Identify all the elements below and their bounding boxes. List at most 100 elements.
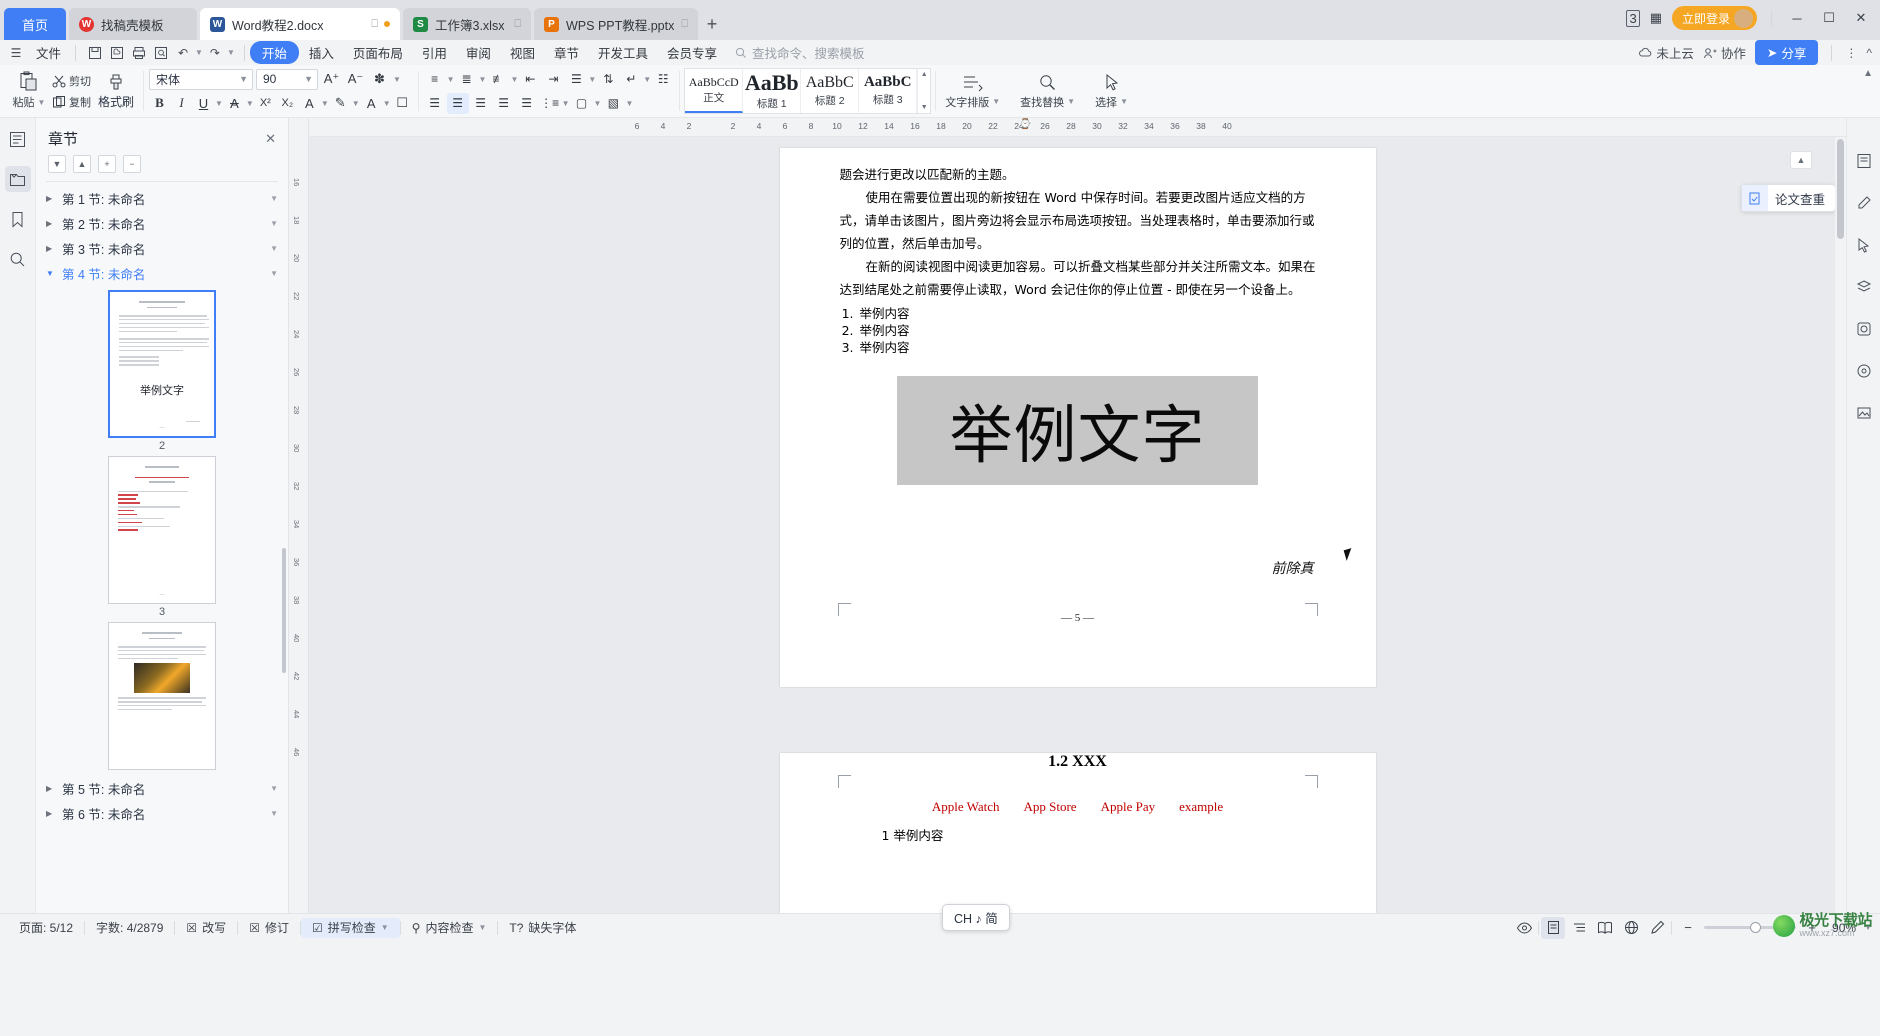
document-page-2[interactable]: 1.2 XXX Apple Watch App Store Apple Pay … xyxy=(779,753,1376,913)
menu-tab-view[interactable]: 视图 xyxy=(501,41,544,64)
monitor-icon[interactable]: ⎕ xyxy=(371,18,378,31)
undo-icon[interactable]: ↶ xyxy=(173,43,193,63)
format-painter-button[interactable]: 格式刷 xyxy=(94,73,138,110)
style-item-heading2[interactable]: AaBbC 标题 2 xyxy=(801,69,860,113)
clear-format-button[interactable]: ☐ xyxy=(392,93,413,114)
copy-button[interactable]: 复制 xyxy=(49,93,94,111)
chevron-down-icon[interactable]: ▼ xyxy=(270,194,278,203)
remove-section-button[interactable]: − xyxy=(123,155,141,173)
scroll-down-icon[interactable]: ▼ xyxy=(921,104,928,111)
style-gallery[interactable]: AaBbCcD 正文 AaBb 标题 1 AaBbC 标题 2 AaBbC 标题… xyxy=(684,68,932,114)
paper-check-card[interactable]: 论文查重 xyxy=(1740,184,1836,212)
chevron-down-icon[interactable]: ▼ xyxy=(479,75,487,84)
grid-apps-icon[interactable]: ▦ xyxy=(1650,10,1662,26)
more-options-icon[interactable]: ⋮ xyxy=(1845,46,1857,60)
decrease-font-size-icon[interactable]: A⁻ xyxy=(345,69,366,90)
scroll-up-icon[interactable]: ▲ xyxy=(921,71,928,78)
monitor-icon[interactable]: ⎕ xyxy=(681,18,688,31)
chevron-down-icon[interactable]: ▼ xyxy=(510,75,518,84)
maximize-button[interactable]: ☐ xyxy=(1818,10,1840,26)
chevron-down-icon[interactable]: ▼ xyxy=(381,923,389,932)
chevron-down-icon[interactable]: ▼ xyxy=(562,99,570,108)
chevron-down-icon[interactable]: ▼ xyxy=(478,923,486,932)
tab-ppt-document[interactable]: P WPS PPT教程.pptx ⎕ xyxy=(534,8,698,40)
bullet-list-button[interactable]: ≡ xyxy=(424,69,446,90)
horizontal-ruler[interactable]: 6 4 2 2 4 6 8 10 12 14 16 18 20 22 24 26… xyxy=(309,118,1846,137)
borders-button[interactable]: ▧ xyxy=(602,93,624,114)
chevron-down-icon[interactable]: ▼ xyxy=(643,75,651,84)
menu-tab-insert[interactable]: 插入 xyxy=(300,41,343,64)
chevron-right-icon[interactable]: ▶ xyxy=(46,809,54,818)
new-tab-button[interactable]: + xyxy=(698,8,726,40)
share-button[interactable]: ➤ 分享 xyxy=(1754,40,1819,65)
line-spacing-button[interactable]: ⋮≡ xyxy=(539,93,561,114)
save-cloud-icon[interactable] xyxy=(107,43,127,63)
prev-section-button[interactable]: ▲ xyxy=(73,155,91,173)
cut-button[interactable]: 剪切 xyxy=(49,72,94,90)
document-tools-icon[interactable] xyxy=(1851,148,1877,174)
bookmark-icon[interactable] xyxy=(5,206,31,232)
collaborate-button[interactable]: 协作 xyxy=(1703,43,1746,62)
section-panel-icon[interactable] xyxy=(4,166,31,192)
document-scrollbar-thumb[interactable] xyxy=(1837,139,1844,239)
status-word-count[interactable]: 字数: 4/2879 xyxy=(85,918,174,938)
font-name-select[interactable]: 宋体 ▼ xyxy=(149,68,253,90)
tab-excel-workbook[interactable]: S 工作簿3.xlsx ⎕ xyxy=(403,8,531,40)
print-preview-icon[interactable] xyxy=(151,43,171,63)
page-thumbnail[interactable] xyxy=(108,622,216,770)
chevron-down-icon[interactable]: ▼ xyxy=(352,99,360,108)
undo-dropdown-icon[interactable]: ▼ xyxy=(195,48,203,57)
hamburger-icon[interactable]: ☰ xyxy=(6,43,26,63)
add-section-button[interactable]: + xyxy=(98,155,116,173)
page-thumbnail[interactable]: 举例文字 — xyxy=(108,290,216,438)
status-revision[interactable]: ☒ 修订 xyxy=(238,918,300,938)
menu-tab-start[interactable]: 开始 xyxy=(249,41,299,64)
float-collapse-button[interactable]: ▲ xyxy=(1790,151,1812,169)
ribbon-collapse-icon[interactable]: ▲ xyxy=(1863,68,1873,79)
home-tab[interactable]: 首页 xyxy=(4,8,66,40)
collapse-ribbon-icon[interactable]: ^ xyxy=(1866,46,1872,60)
menu-tab-page-layout[interactable]: 页面布局 xyxy=(344,41,412,64)
redo-icon[interactable]: ↷ xyxy=(205,43,225,63)
align-left-button[interactable]: ☰ xyxy=(424,93,446,114)
cursor-pointer-icon[interactable] xyxy=(1851,232,1877,258)
cloud-status[interactable]: 未上云 xyxy=(1638,43,1694,62)
indent-marker-icon[interactable]: ⌚ xyxy=(1019,119,1031,130)
reading-view-icon[interactable] xyxy=(1593,917,1617,939)
highlight-pen-icon[interactable]: ✽ xyxy=(369,69,390,90)
save-icon[interactable] xyxy=(85,43,105,63)
thumbnail-item[interactable]: 举例文字 — 2 xyxy=(108,290,216,452)
web-layout-view-icon[interactable] xyxy=(1619,917,1643,939)
menu-tab-developer[interactable]: 开发工具 xyxy=(589,41,657,64)
sidebar-item-section-2[interactable]: ▶ 第 2 节: 未命名 ▼ xyxy=(36,211,288,236)
monitor-icon[interactable]: ⎕ xyxy=(514,18,521,31)
outline-panel-icon[interactable] xyxy=(5,126,31,152)
chevron-down-icon[interactable]: ▼ xyxy=(270,809,278,818)
align-right-button[interactable]: ☰ xyxy=(470,93,492,114)
paste-button[interactable]: 粘贴 ▼ xyxy=(9,71,49,111)
chevron-down-icon[interactable]: ▼ xyxy=(594,99,602,108)
show-marks-button[interactable]: ↵ xyxy=(620,69,642,90)
status-spellcheck[interactable]: ☑ 拼写检查 ▼ xyxy=(300,917,400,938)
print-layout-view-icon[interactable] xyxy=(1541,916,1566,939)
tab-template[interactable]: W 找稿壳模板 xyxy=(69,8,197,40)
chevron-right-icon[interactable]: ▶ xyxy=(46,194,54,203)
target-icon[interactable] xyxy=(1851,358,1877,384)
chevron-down-icon[interactable]: ▼ xyxy=(270,269,278,278)
style-gallery-scroll[interactable]: ▲ ▼ xyxy=(917,69,930,113)
distribute-button[interactable]: ☰ xyxy=(516,93,538,114)
style-item-body[interactable]: AaBbCcD 正文 xyxy=(685,69,744,113)
chevron-down-icon[interactable]: ▼ xyxy=(46,269,54,278)
outline-view-icon[interactable] xyxy=(1567,917,1591,939)
sidebar-item-section-3[interactable]: ▶ 第 3 节: 未命名 ▼ xyxy=(36,236,288,261)
menu-tab-member[interactable]: 会员专享 xyxy=(658,41,726,64)
chevron-down-icon[interactable]: ▼ xyxy=(393,75,401,84)
document-page-1[interactable]: 题会进行更改以匹配新的主题。 使用在需要位置出现的新按钮在 Word 中保存时间… xyxy=(779,148,1376,687)
chevron-right-icon[interactable]: ▶ xyxy=(46,784,54,793)
font-size-select[interactable]: 90 ▼ xyxy=(256,68,318,90)
close-icon[interactable]: ✕ xyxy=(265,131,276,147)
chevron-down-icon[interactable]: ▼ xyxy=(246,99,254,108)
find-replace-button[interactable]: 查找替换 ▼ xyxy=(1011,73,1084,110)
chevron-down-icon[interactable]: ▼ xyxy=(270,244,278,253)
close-button[interactable]: ✕ xyxy=(1850,10,1872,26)
